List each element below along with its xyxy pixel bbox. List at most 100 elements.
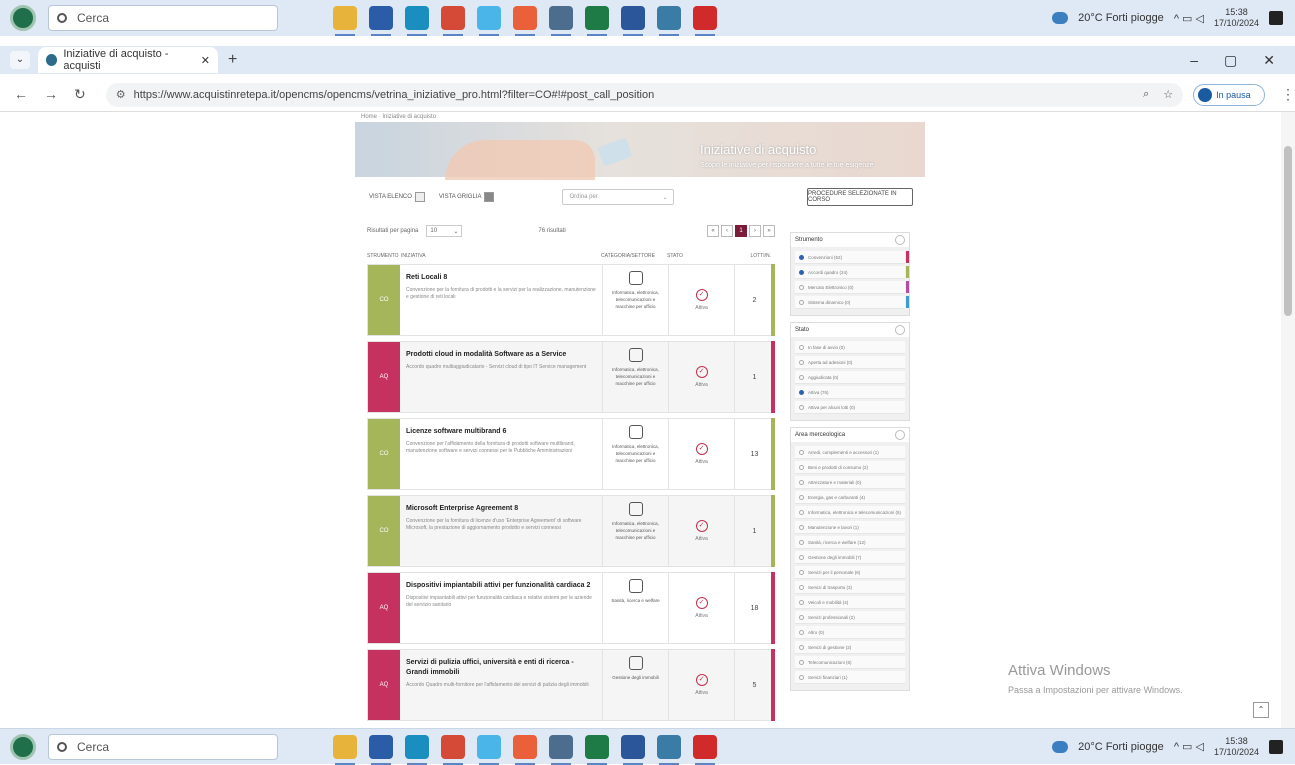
checkbox-icon[interactable] [799, 584, 804, 590]
filter-option[interactable]: Arredi, complementi e accessori (1) [795, 446, 905, 459]
breadcrumb[interactable]: Home · Iniziative di acquisto [355, 112, 925, 122]
taskbar-search[interactable]: Cerca [48, 733, 278, 760]
new-tab-button[interactable]: + [228, 51, 237, 69]
collapse-icon[interactable] [895, 430, 905, 440]
network-icon[interactable] [657, 734, 681, 765]
checkbox-icon[interactable] [799, 524, 804, 530]
checkbox-icon[interactable] [799, 509, 804, 515]
tray-icons[interactable]: ^ ▭ ◁ [1174, 12, 1204, 25]
filter-option[interactable]: Servizi per il personale (6) [795, 566, 905, 579]
store-icon[interactable] [369, 6, 393, 36]
checkbox-icon[interactable] [799, 449, 804, 455]
chrome-icon[interactable] [441, 6, 465, 36]
checkbox-icon[interactable] [799, 629, 804, 635]
filter-option[interactable]: Aggiudicata (0) [795, 371, 905, 384]
filter-option[interactable]: Informatica, elettronica e telecomunicaz… [795, 506, 905, 519]
filter-option[interactable]: Servizi di gestione (2) [795, 641, 905, 654]
checkbox-icon[interactable] [799, 644, 804, 650]
firefox-icon[interactable] [513, 734, 537, 765]
filter-option[interactable]: Accordi quadro (24) [795, 266, 909, 279]
filter-option[interactable]: Servizi finanziari (1) [795, 671, 905, 684]
pager-item[interactable]: 1 [735, 225, 747, 237]
photos-icon[interactable] [477, 6, 501, 36]
radio-icon[interactable] [799, 269, 804, 275]
filter-option[interactable]: Servizi di trasporto (3) [795, 581, 905, 594]
filter-option[interactable]: Sanità, ricerca e welfare (12) [795, 536, 905, 549]
collapse-icon[interactable] [895, 325, 905, 335]
checkbox-icon[interactable] [799, 674, 804, 680]
checkbox-icon[interactable] [799, 464, 804, 470]
clock[interactable]: 15:38 17/10/2024 [1214, 736, 1259, 758]
reload-icon[interactable]: ↻ [74, 86, 86, 103]
filter-option[interactable]: Aperta ad adesioni (0) [795, 356, 905, 369]
filter-option[interactable]: Manutenzione e lavori (1) [795, 521, 905, 534]
radio-icon[interactable] [799, 299, 804, 305]
notepad-icon[interactable] [549, 734, 573, 765]
notification-icon[interactable] [1269, 11, 1283, 25]
file-explorer-icon[interactable] [333, 734, 357, 765]
initiative-row[interactable]: CO Licenze software multibrand 6 Convenz… [367, 418, 775, 490]
initiative-row[interactable]: CO Microsoft Enterprise Agreement 8 Conv… [367, 495, 775, 567]
filter-option[interactable]: Attiva per alcuni lotti (0) [795, 401, 905, 414]
radio-icon[interactable] [799, 254, 804, 260]
acrobat-icon[interactable] [693, 6, 717, 36]
filter-option[interactable]: Telecomunicazioni (6) [795, 656, 905, 669]
initiative-name[interactable]: Microsoft Enterprise Agreement 8 [406, 504, 596, 514]
results-per-page-select[interactable]: 10 ⌄ [426, 225, 463, 237]
filter-option[interactable]: Gestione degli immobili (7) [795, 551, 905, 564]
filter-option[interactable]: Attrezzature e materiali (0) [795, 476, 905, 489]
word-icon[interactable] [621, 6, 645, 36]
start-button[interactable] [10, 733, 36, 760]
col-categoria[interactable]: CATEGORIA/SETTORE [601, 253, 667, 259]
filter-option[interactable]: Mercato Elettronico (0) [795, 281, 909, 294]
site-info-icon[interactable]: ⚙ [116, 88, 126, 101]
zoom-icon[interactable]: ⌕ [1143, 88, 1149, 101]
edge-icon[interactable] [405, 6, 429, 36]
filter-option[interactable]: Energia, gas e carburanti (4) [795, 491, 905, 504]
radio-icon[interactable] [799, 284, 804, 290]
page-scrollbar[interactable] [1281, 112, 1295, 728]
store-icon[interactable] [369, 734, 393, 765]
checkbox-icon[interactable] [799, 539, 804, 545]
initiative-name[interactable]: Servizi di pulizia uffici, università e … [406, 658, 596, 678]
checkbox-icon[interactable] [799, 614, 804, 620]
acrobat-icon[interactable] [693, 734, 717, 765]
collapse-icon[interactable] [895, 235, 905, 245]
initiative-row[interactable]: CO Reti Locali 8 Convenzione per la forn… [367, 264, 775, 336]
radio-icon[interactable] [799, 344, 804, 350]
initiative-row[interactable]: AQ Servizi di pulizia uffici, università… [367, 649, 775, 721]
sort-select[interactable]: Ordina per ⌄ [562, 189, 675, 205]
initiative-name[interactable]: Reti Locali 8 [406, 273, 596, 283]
radio-icon[interactable] [799, 374, 804, 380]
excel-icon[interactable] [585, 734, 609, 765]
bookmark-star-icon[interactable]: ☆ [1163, 88, 1173, 101]
col-lotti[interactable]: LOTTI/N. [750, 253, 775, 259]
filter-option[interactable]: Sistema dinamico (0) [795, 296, 909, 309]
filter-option[interactable]: Beni e prodotti di consumo (2) [795, 461, 905, 474]
close-tab-icon[interactable]: ✕ [201, 54, 210, 67]
checkbox-icon[interactable] [799, 479, 804, 485]
file-explorer-icon[interactable] [333, 6, 357, 36]
initiative-name[interactable]: Licenze software multibrand 6 [406, 427, 596, 437]
maximize-button[interactable]: ▢ [1224, 52, 1237, 69]
profile-pill[interactable]: In pausa [1193, 83, 1265, 106]
scroll-top-button[interactable]: ⌃ [1253, 702, 1269, 718]
checkbox-icon[interactable] [799, 569, 804, 575]
weather-text[interactable]: 20°C Forti piogge [1078, 12, 1164, 24]
edge-icon[interactable] [405, 734, 429, 765]
weather-text[interactable]: 20°C Forti piogge [1078, 741, 1164, 753]
filter-option[interactable]: Attiva (76) [795, 386, 905, 399]
radio-icon[interactable] [799, 404, 804, 410]
toggle-grid-view[interactable]: VISTA GRIGLIA [439, 192, 495, 202]
initiative-name[interactable]: Prodotti cloud in modalità Software as a… [406, 350, 596, 360]
initiative-row[interactable]: AQ Prodotti cloud in modalità Software a… [367, 341, 775, 413]
col-iniziativa[interactable]: INIZIATIVA [401, 253, 601, 259]
taskbar-search[interactable]: Cerca [48, 5, 278, 31]
filter-option[interactable]: Convenzioni (52) [795, 251, 909, 264]
initiative-row[interactable]: AQ Dispositivi impiantabili attivi per f… [367, 572, 775, 644]
start-button[interactable] [10, 5, 36, 31]
excel-icon[interactable] [585, 6, 609, 36]
notepad-icon[interactable] [549, 6, 573, 36]
checkbox-icon[interactable] [799, 494, 804, 500]
word-icon[interactable] [621, 734, 645, 765]
